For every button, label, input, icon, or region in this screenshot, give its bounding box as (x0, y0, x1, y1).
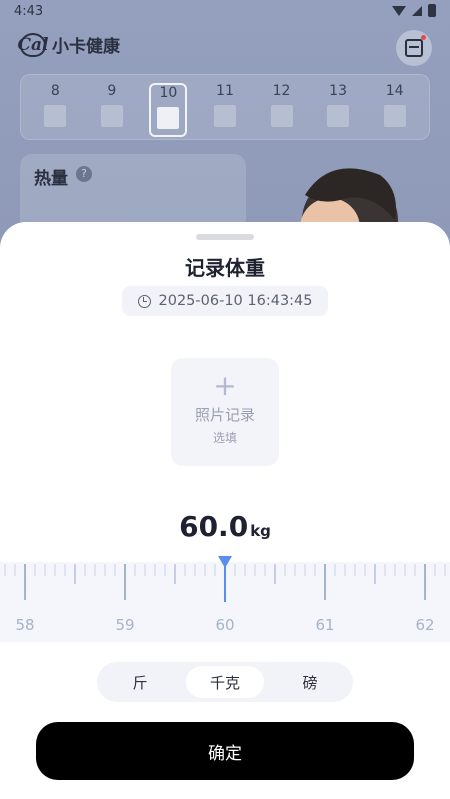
sheet-title: 记录体重 (185, 256, 265, 280)
signal-icon (412, 5, 422, 16)
calorie-title: 热量 (34, 169, 68, 189)
day-number: 8 (50, 83, 60, 99)
day-number: 9 (107, 83, 117, 99)
day-number: 11 (216, 83, 234, 99)
unit-jin-tab[interactable]: 斤 (101, 666, 179, 698)
day-number: 13 (329, 83, 347, 99)
week-strip: 8 9 10 11 12 13 14 (20, 74, 430, 140)
calendar-icon (405, 39, 423, 57)
wifi-icon (392, 5, 406, 16)
day-item[interactable]: 8 (36, 83, 74, 137)
sheet-drag-handle[interactable] (196, 234, 254, 240)
day-food-icon (44, 105, 67, 127)
unit-kg-tab[interactable]: 千克 (186, 666, 264, 698)
day-food-icon (157, 107, 180, 129)
weight-ruler[interactable]: 58 59 60 61 62 (0, 562, 450, 642)
weight-value: 60.0 (179, 510, 249, 543)
calendar-button[interactable] (396, 30, 432, 66)
day-number: 10 (159, 85, 178, 101)
day-food-icon (327, 105, 350, 127)
day-food-icon (213, 105, 236, 127)
day-item[interactable]: 11 (206, 83, 244, 137)
ruler-label: 59 (115, 616, 135, 634)
system-icons (392, 4, 436, 17)
datetime-chip[interactable]: 2025-06-10 16:43:45 (122, 286, 328, 316)
day-number: 12 (272, 83, 291, 99)
weight-readout: 60.0 kg (0, 510, 450, 543)
day-item[interactable]: 9 (93, 83, 131, 137)
day-item[interactable]: 12 (263, 83, 301, 137)
status-bar: 4:43 (0, 0, 450, 24)
photo-label: 照片记录 (194, 406, 255, 424)
ruler-label: 60 (215, 616, 235, 634)
ruler-ticks (4, 562, 446, 602)
app-logo: Cal (17, 32, 49, 57)
day-item[interactable]: 13 (319, 83, 357, 137)
unit-lb-tab[interactable]: 磅 (271, 666, 349, 698)
photo-hint: 选填 (212, 431, 237, 445)
day-item-selected[interactable]: 10 (149, 83, 188, 137)
ruler-label: 61 (315, 616, 335, 634)
ruler-indicator (218, 556, 232, 568)
day-food-icon (270, 105, 293, 127)
plus-icon: + (213, 369, 237, 402)
app-name: 小卡健康 (52, 37, 120, 57)
confirm-button[interactable]: 确定 (36, 722, 414, 780)
battery-icon (428, 4, 436, 17)
status-time: 4:43 (14, 4, 44, 19)
photo-record-button[interactable]: + 照片记录 选填 (171, 358, 279, 466)
app-header: Cal 小卡健康 (17, 32, 120, 57)
ruler-label: 62 (415, 616, 435, 634)
notification-dot (421, 35, 426, 40)
weight-unit: kg (250, 522, 271, 540)
day-item[interactable]: 14 (376, 83, 414, 137)
day-food-icon (383, 105, 406, 127)
day-number: 14 (385, 83, 404, 99)
datetime-text: 2025-06-10 16:43:45 (158, 293, 313, 309)
day-food-icon (100, 105, 123, 127)
help-icon[interactable]: ? (76, 166, 92, 182)
ruler-label: 58 (15, 616, 35, 634)
unit-switcher: 斤 千克 磅 (97, 662, 353, 702)
record-weight-sheet: 记录体重 2025-06-10 16:43:45 + 照片记录 选填 60.0 k… (0, 222, 450, 799)
clock-icon (137, 294, 151, 308)
